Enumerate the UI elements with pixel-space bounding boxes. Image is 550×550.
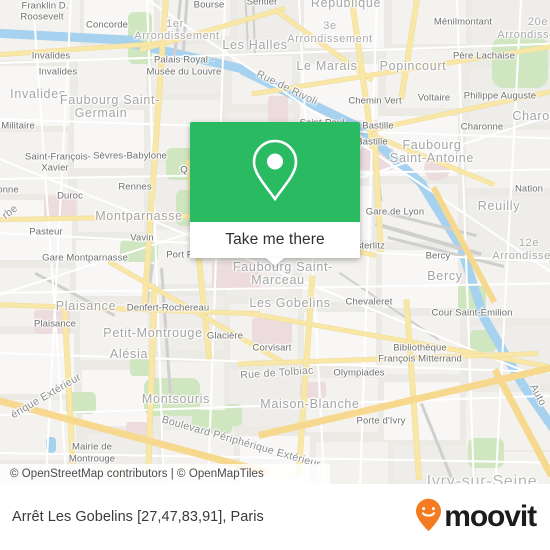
building-block-8 — [268, 96, 288, 122]
popup-header — [190, 122, 360, 222]
attribution-text: © OpenStreetMap contributors | © OpenMap… — [10, 468, 264, 480]
popup-tail-pointer — [266, 258, 284, 266]
map-canvas[interactable]: Franklin D. Roosevelt Concorde Bourse Sentie… — [0, 0, 550, 484]
park-small-8 — [130, 358, 150, 376]
moovit-pin-icon — [415, 498, 442, 537]
building-block-2 — [212, 262, 260, 290]
take-me-there-button[interactable]: Take me there — [190, 222, 360, 258]
map-attribution: © OpenStreetMap contributors | © OpenMap… — [0, 464, 330, 484]
place-title: Arrêt Les Gobelins [27,47,83,91], Paris — [12, 509, 264, 525]
bottom-bar: Arrêt Les Gobelins [27,47,83,91], Paris … — [0, 484, 550, 550]
map-pin-icon — [250, 138, 300, 207]
map-popup-card[interactable]: Take me there — [190, 122, 360, 266]
moovit-logo[interactable]: moovit — [415, 498, 537, 537]
moovit-wordmark: moovit — [444, 500, 537, 533]
take-me-there-label: Take me there — [225, 231, 325, 248]
moovit-map-screenshot: Franklin D. Roosevelt Concorde Bourse Sentie… — [0, 0, 550, 550]
